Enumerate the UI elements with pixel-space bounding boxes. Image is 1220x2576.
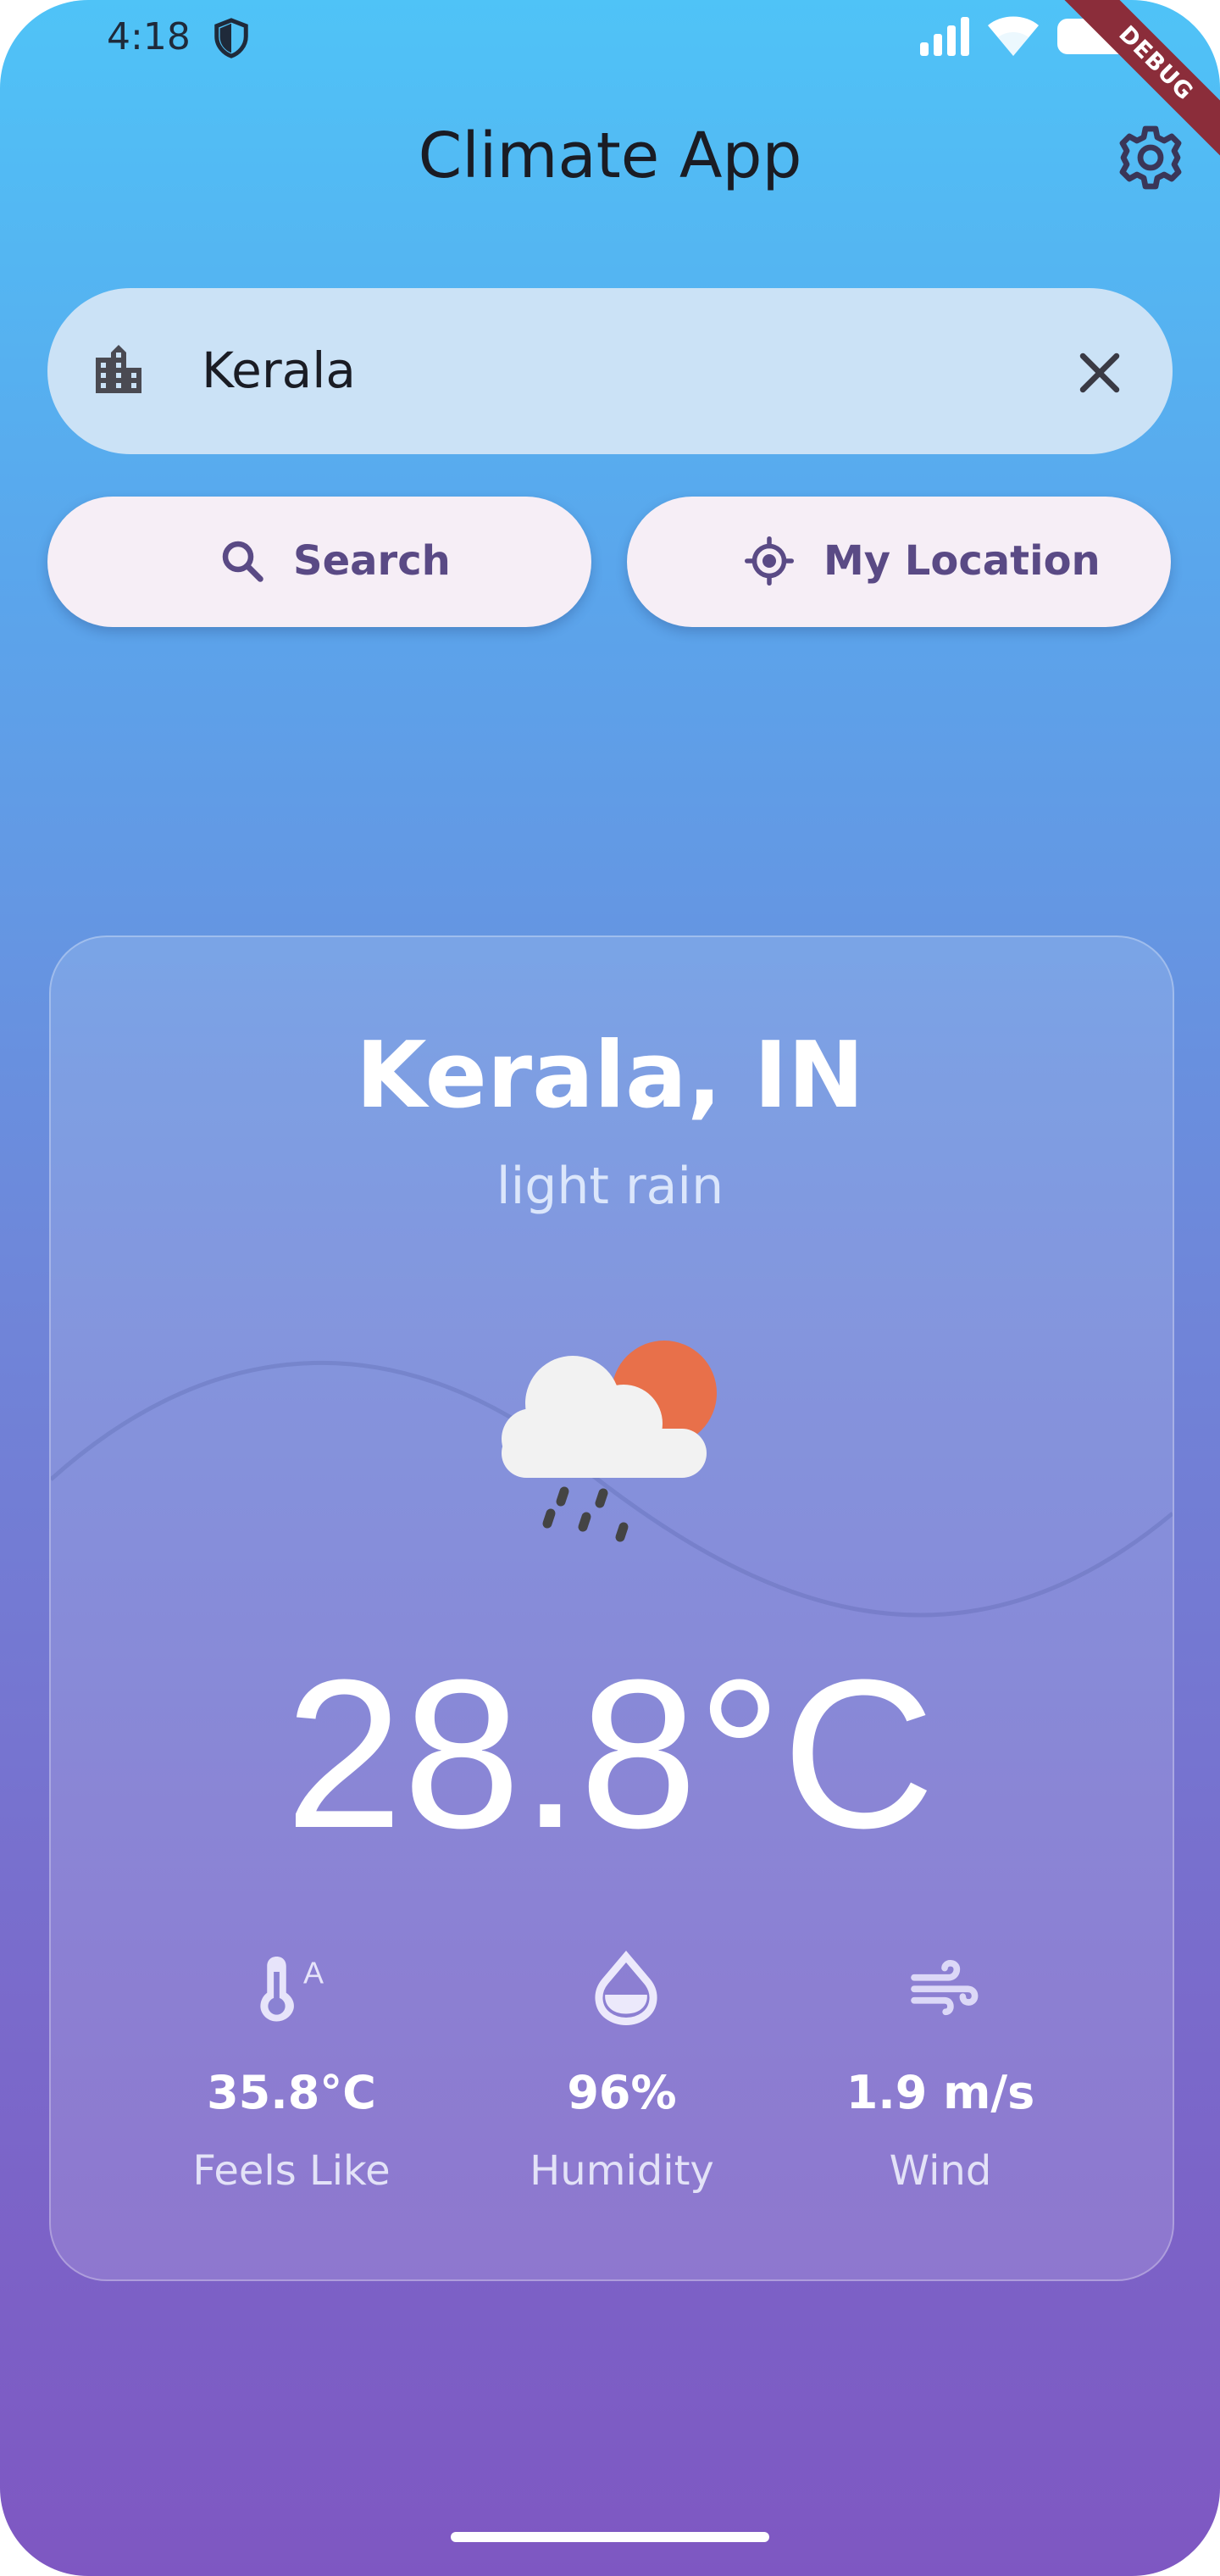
app-screen: 4:18 DEBUG Climate App Kerala Search My … xyxy=(0,0,1220,2576)
status-time: 4:18 xyxy=(107,15,191,58)
weather-condition: light rain xyxy=(496,1157,724,1216)
thermometer-icon: A xyxy=(260,1956,324,2022)
rain-cloud-sun-icon xyxy=(502,1341,717,1542)
wind-label: Wind xyxy=(889,2147,992,2195)
location-name: Kerala, IN xyxy=(355,1023,865,1129)
my-location-icon xyxy=(745,536,794,586)
feels-like-stat: A 35.8°C Feels Like xyxy=(130,1949,452,2203)
location-city-icon xyxy=(96,345,141,393)
humidity-value: 96% xyxy=(567,2066,677,2119)
wind-stat: 1.9 m/s Wind xyxy=(779,1949,1101,2203)
wind-value: 1.9 m/s xyxy=(846,2066,1035,2119)
water-drop-icon xyxy=(595,1951,657,2025)
page-title: Climate App xyxy=(418,119,802,192)
wind-icon xyxy=(911,1960,979,2016)
clear-icon[interactable] xyxy=(1071,344,1128,402)
search-icon xyxy=(222,541,263,582)
svg-text:A: A xyxy=(303,1956,324,1990)
search-button[interactable]: Search xyxy=(47,497,591,627)
shield-icon xyxy=(214,18,248,58)
temperature-value: 28.8°C xyxy=(285,1635,935,1872)
humidity-label: Humidity xyxy=(530,2147,714,2195)
search-button-label: Search xyxy=(293,537,451,585)
my-location-button[interactable]: My Location xyxy=(627,497,1171,627)
my-location-button-label: My Location xyxy=(824,537,1101,585)
settings-gear-icon[interactable] xyxy=(1117,124,1184,192)
humidity-stat: 96% Humidity xyxy=(461,1949,783,2203)
wifi-icon xyxy=(988,16,1039,56)
home-indicator[interactable] xyxy=(451,2532,769,2542)
feels-like-label: Feels Like xyxy=(192,2147,391,2195)
feels-like-value: 35.8°C xyxy=(207,2066,376,2119)
cellular-signal-icon xyxy=(920,17,969,56)
search-input-value[interactable]: Kerala xyxy=(202,337,356,403)
